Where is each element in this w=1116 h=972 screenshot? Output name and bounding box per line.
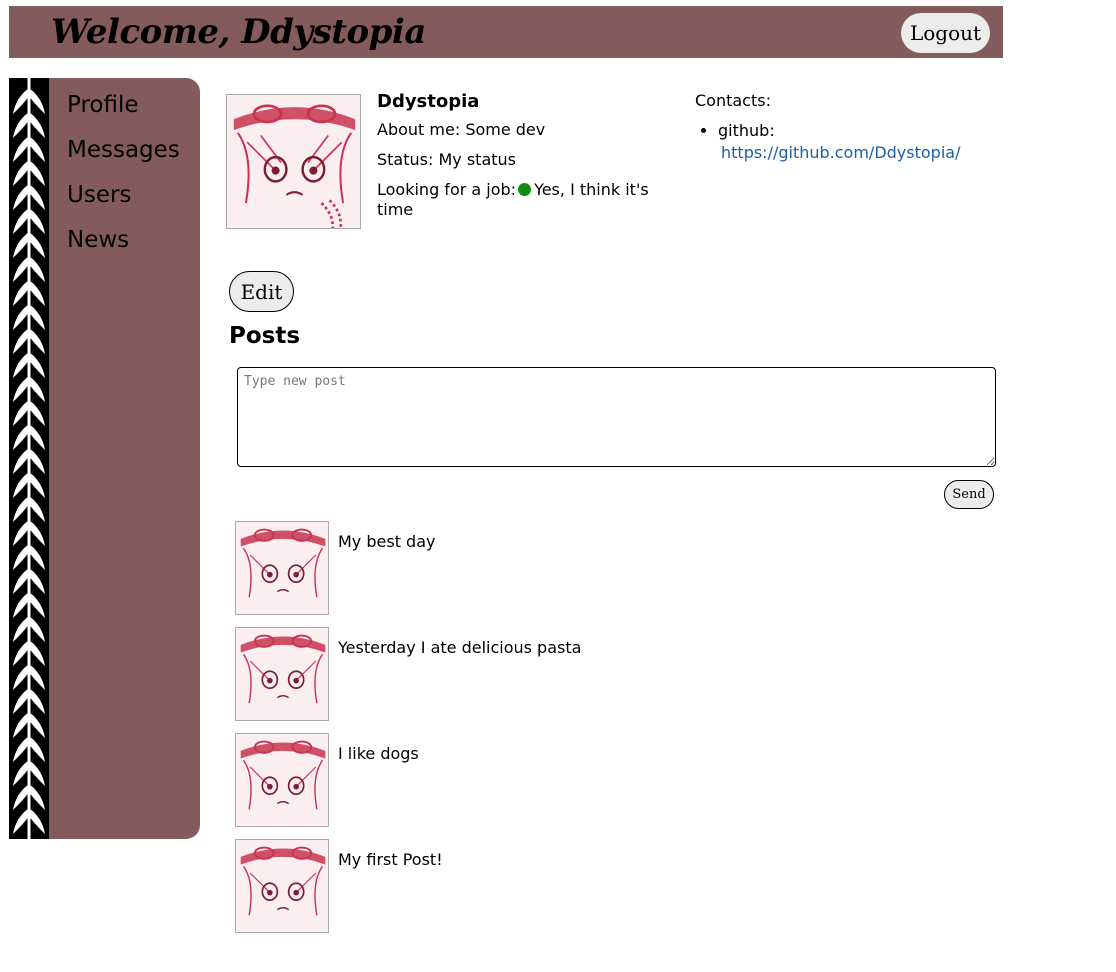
sidebar-item-news[interactable]: News [67,227,129,253]
wheat-pattern-icon [13,78,45,839]
contacts: Contacts: github: https://github.com/Ddy… [695,90,995,164]
status-label: Status: [377,150,434,169]
anime-avatar-icon [236,840,328,932]
contacts-label: Contacts: [695,91,771,110]
post-avatar [235,839,329,933]
sidebar-item-profile[interactable]: Profile [67,92,139,118]
profile-info: Ddystopia About me: Some dev Status: My … [377,90,667,220]
contacts-list: github: https://github.com/Ddystopia/ [695,120,995,164]
profile-name: Ddystopia [377,91,480,112]
about-me: About me: Some dev [377,120,667,140]
contact-name: github: [718,121,775,140]
post-avatar [235,627,329,721]
anime-avatar-icon [227,95,360,228]
status-value[interactable]: My status [438,150,516,169]
send-post-button[interactable]: Send [944,480,994,509]
post-text: My best day [338,532,436,551]
header: Welcome, Ddystopia Logout [9,6,1003,58]
anime-avatar-icon [236,522,328,614]
post-text: Yesterday I ate delicious pasta [338,638,582,657]
posts-title: Posts [229,323,301,349]
post-text: I like dogs [338,744,419,763]
post-avatar [235,733,329,827]
about-label: About me: [377,120,461,139]
profile-avatar [226,94,361,229]
post-text: My first Post! [338,850,443,869]
post-item: I like dogs [235,733,995,827]
post-item: Yesterday I ate delicious pasta [235,627,995,721]
contact-item-github: github: https://github.com/Ddystopia/ [718,120,995,164]
anime-avatar-icon [236,628,328,720]
post-item: My best day [235,521,995,615]
job-label: Looking for a job: [377,180,517,199]
about-value: Some dev [465,120,546,139]
sidebar-item-messages[interactable]: Messages [67,137,180,163]
sidebar: Profile Messages Users News [49,78,200,839]
sidebar-decoration [9,78,49,839]
post-item: My first Post! [235,839,995,933]
edit-profile-button[interactable]: Edit [229,271,294,312]
sidebar-item-users[interactable]: Users [67,182,131,208]
logout-button[interactable]: Logout [901,13,990,53]
status: Status: My status [377,150,667,170]
github-link[interactable]: https://github.com/Ddystopia/ [718,142,995,164]
new-post-input[interactable] [237,367,996,467]
job-status-dot-icon [518,183,532,196]
post-avatar [235,521,329,615]
welcome-title: Welcome, Ddystopia [51,12,426,52]
anime-avatar-icon [236,734,328,826]
looking-for-job: Looking for a job: Yes, I think it's time [377,180,667,220]
